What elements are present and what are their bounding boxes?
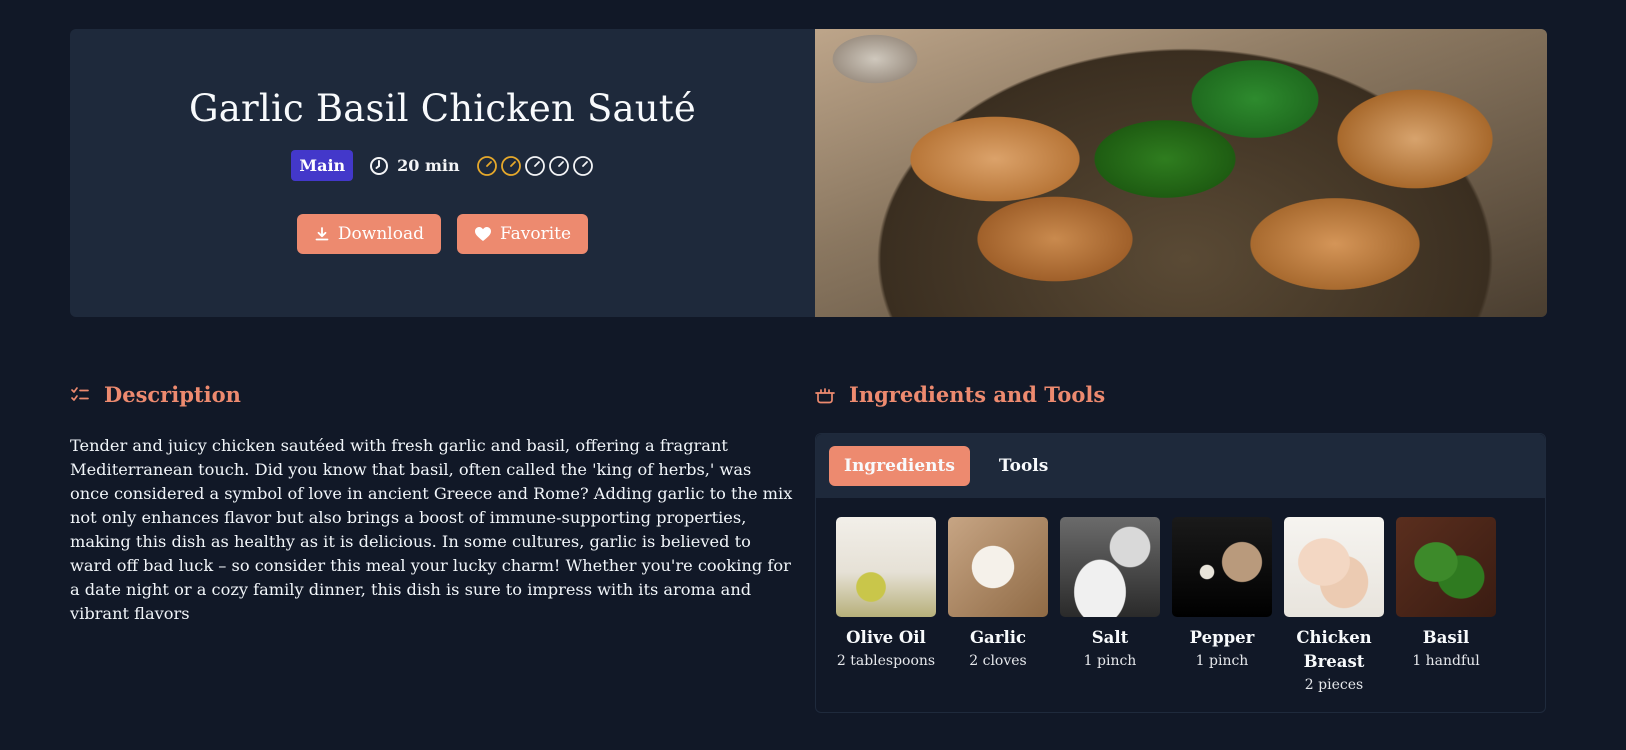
ingredient-list: Olive Oil 2 tablespoons Garlic 2 cloves … <box>816 498 1545 696</box>
pepper-image <box>1172 517 1272 617</box>
checklist-icon <box>71 386 89 401</box>
ingredients-heading-label: Ingredients and Tools <box>849 382 1106 407</box>
download-label: Download <box>337 224 424 244</box>
favorite-label: Favorite <box>499 224 572 244</box>
difficulty-gauge-icon <box>500 155 521 176</box>
ingredient-item[interactable]: Chicken Breast 2 pieces <box>1284 517 1384 696</box>
garlic-image <box>948 517 1048 617</box>
ingredient-item[interactable]: Basil 1 handful <box>1396 517 1496 696</box>
ingredient-name: Basil <box>1422 628 1470 647</box>
ingredient-name: Chicken Breast <box>1296 628 1372 671</box>
recipe-photo <box>815 29 1547 317</box>
ingredient-quantity: 2 pieces <box>1304 677 1364 693</box>
category-badge: Main <box>291 150 354 181</box>
ingredient-quantity: 2 cloves <box>969 653 1027 669</box>
recipe-title: Garlic Basil Chicken Sauté <box>189 87 696 130</box>
description-text: Tender and juicy chicken sautéed with fr… <box>70 436 793 623</box>
recipe-header: Garlic Basil Chicken Sauté Main 20 min D… <box>70 29 815 317</box>
tab-tools[interactable]: Tools <box>984 446 1063 486</box>
ingredient-quantity: 1 pinch <box>1083 653 1137 669</box>
ingredient-name: Pepper <box>1189 628 1255 647</box>
description-heading-label: Description <box>104 382 241 407</box>
download-button[interactable]: Download <box>296 214 441 254</box>
ingredient-name: Olive Oil <box>846 628 926 647</box>
ingredients-tabs: Ingredients Tools <box>816 434 1545 498</box>
difficulty-gauge-icon <box>524 155 545 176</box>
recipe-meta: Main 20 min <box>70 150 815 181</box>
ingredient-quantity: 1 pinch <box>1195 653 1249 669</box>
difficulty-gauge-icon <box>572 155 593 176</box>
ingredients-panel: Ingredients Tools Olive Oil 2 tablespoon… <box>815 433 1546 713</box>
ingredient-item[interactable]: Salt 1 pinch <box>1060 517 1160 696</box>
ingredient-item[interactable]: Olive Oil 2 tablespoons <box>836 517 936 696</box>
cooking-pot-icon <box>815 387 835 403</box>
ingredient-quantity: 2 tablespoons <box>836 653 936 669</box>
salt-image <box>1060 517 1160 617</box>
basil-image <box>1396 517 1496 617</box>
ingredient-item[interactable]: Garlic 2 cloves <box>948 517 1048 696</box>
heart-icon <box>474 227 491 241</box>
download-icon <box>315 227 329 241</box>
recipe-actions: Download Favorite <box>70 214 815 254</box>
recipe-hero: Garlic Basil Chicken Sauté Main 20 min D… <box>70 29 1547 317</box>
difficulty-rating <box>476 155 594 177</box>
difficulty-gauge-icon <box>476 155 497 176</box>
ingredient-item[interactable]: Pepper 1 pinch <box>1172 517 1272 696</box>
chicken-breast-image <box>1284 517 1384 617</box>
description-heading: Description <box>70 382 241 407</box>
ingredient-quantity: 1 handful <box>1412 653 1480 669</box>
ingredient-name: Salt <box>1091 628 1129 647</box>
olive-oil-image <box>836 517 936 617</box>
cook-time-value: 20 min <box>397 156 460 175</box>
tab-ingredients[interactable]: Ingredients <box>829 446 970 486</box>
cook-time: 20 min <box>369 156 460 176</box>
favorite-button[interactable]: Favorite <box>456 214 589 254</box>
clock-icon <box>370 156 389 175</box>
ingredients-heading: Ingredients and Tools <box>815 382 1105 407</box>
ingredient-name: Garlic <box>969 628 1027 647</box>
difficulty-gauge-icon <box>548 155 569 176</box>
